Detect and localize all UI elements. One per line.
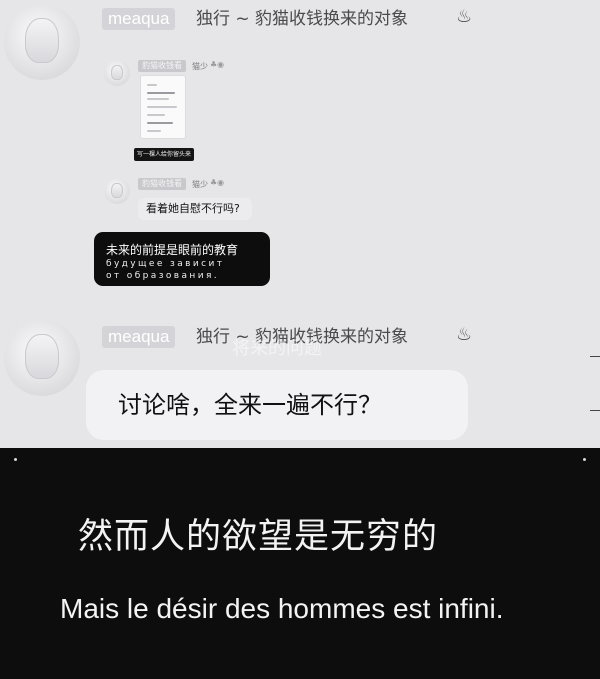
username-badge[interactable]: meaqua: [102, 8, 176, 30]
badge-icon: ♣◉: [210, 60, 225, 69]
quote-line: будущее зависит: [106, 259, 225, 269]
level-tag: 猫少: [192, 62, 208, 71]
message-bubble[interactable]: 看着她自慰不行吗?: [138, 198, 252, 220]
scroll-marker: [590, 410, 600, 411]
bonfire-icon: ♨: [456, 324, 473, 345]
thumbnail-caption: 写一棵人给你留头来: [134, 148, 194, 161]
subtitle-french: Mais le désir des hommes est infini.: [60, 593, 504, 624]
avatar[interactable]: [4, 320, 80, 396]
subtitle-chinese: 然而人的欲望是无穷的: [78, 517, 439, 557]
message-bubble[interactable]: 讨论啥，全来一遍不行？: [86, 370, 468, 440]
avatar[interactable]: [4, 4, 80, 80]
overlay-text: 将来的问题: [232, 338, 322, 359]
username-badge[interactable]: meaqua: [102, 326, 176, 348]
corner-dot: [583, 458, 586, 461]
reply-username[interactable]: 豹猫收钱看: [138, 60, 186, 72]
reply-username[interactable]: 豹猫收钱看: [138, 178, 186, 190]
group-title: 独行 ~ 豹猫收钱换来的对象: [196, 9, 409, 29]
avatar[interactable]: [104, 178, 130, 204]
scroll-marker: [590, 356, 600, 357]
image-thumbnail[interactable]: [140, 75, 186, 139]
badge-icon: ♣◉: [210, 178, 225, 187]
bonfire-icon: ♨: [456, 6, 473, 27]
subtitle-panel: [0, 448, 600, 679]
corner-dot: [14, 458, 17, 461]
avatar[interactable]: [104, 60, 130, 86]
level-tag: 猫少: [192, 180, 208, 189]
quote-card: 未来的前提是眼前的教育 будущее зависит от образован…: [94, 232, 270, 286]
quote-line: от образования.: [106, 271, 220, 281]
quote-line: 未来的前提是眼前的教育: [106, 243, 239, 257]
